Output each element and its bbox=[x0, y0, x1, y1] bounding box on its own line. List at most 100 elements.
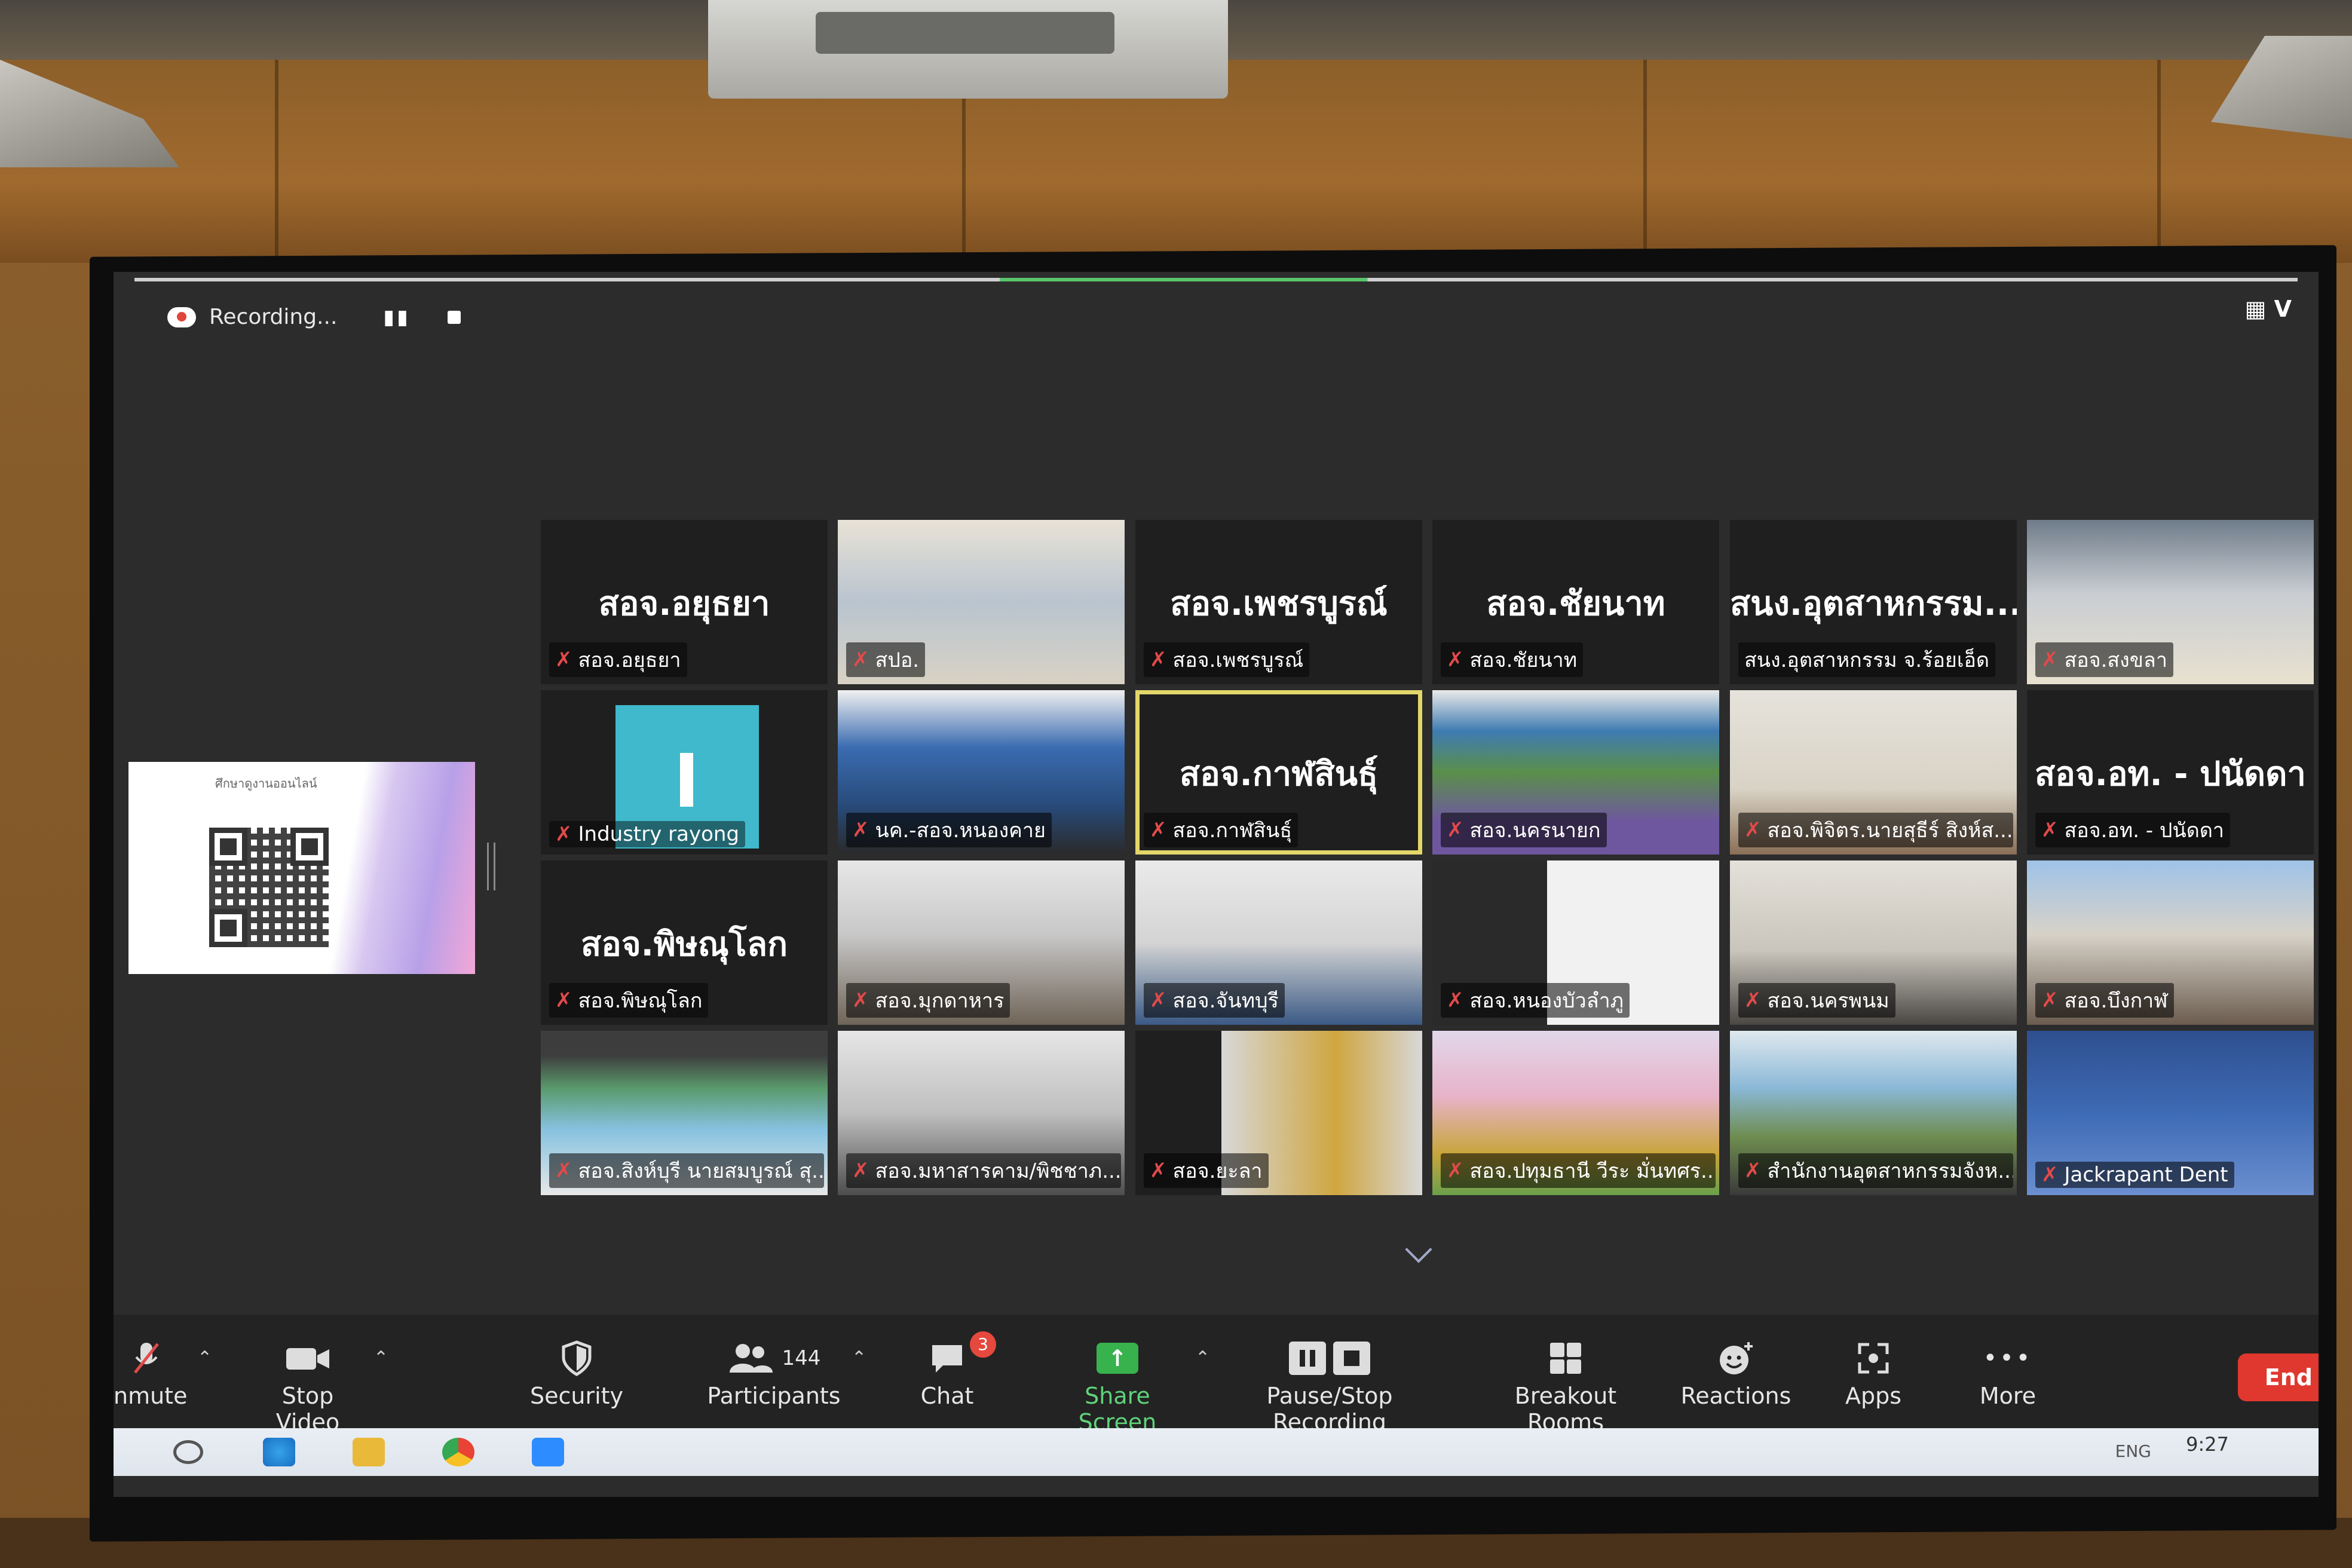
participant-name: Jackrapant Dent bbox=[2064, 1163, 2228, 1187]
share-options-caret[interactable]: ⌃ bbox=[1195, 1348, 1210, 1368]
search-icon[interactable] bbox=[173, 1440, 203, 1464]
participant-tile[interactable]: ✗ สอจ.จันทบุรี bbox=[1135, 860, 1422, 1025]
participant-name-large: สนง.อุตสาหกรรม... bbox=[1730, 584, 2017, 623]
recording-label: Recording... bbox=[209, 305, 338, 329]
participant-name: สอจ.มหาสารคาม/พิชชาภ... bbox=[875, 1159, 1122, 1183]
participant-tile[interactable]: ✗ สำนักงานอุตสาหกรรมจังห... bbox=[1730, 1031, 2017, 1195]
stop-video-button[interactable]: Stop Video bbox=[248, 1339, 368, 1435]
participant-name: สอจ.หนองบัวลำภู bbox=[1469, 989, 1624, 1013]
participant-label: ✗ สอจ.เพชรบูรณ์ bbox=[1144, 642, 1310, 677]
participant-label: ✗ นค.-สอจ.หนองคาย bbox=[846, 813, 1052, 847]
mic-muted-icon: ✗ bbox=[1150, 1159, 1167, 1183]
mic-muted-icon: ✗ bbox=[852, 988, 869, 1012]
participant-tile[interactable]: สอจ.อท. - ปนัดดา ✗ สอจ.อท. - ปนัดดา bbox=[2027, 690, 2314, 855]
panel-splitter-handle[interactable] bbox=[487, 843, 495, 890]
participants-options-caret[interactable]: ⌃ bbox=[852, 1348, 866, 1368]
chat-button[interactable]: 3 Chat bbox=[911, 1331, 996, 1409]
more-dots-icon: ••• bbox=[1983, 1345, 2033, 1372]
mic-muted-icon: ✗ bbox=[2041, 1163, 2059, 1187]
participant-tile[interactable]: สอจ.เพชรบูรณ์ ✗ สอจ.เพชรบูรณ์ bbox=[1135, 520, 1422, 684]
taskbar-clock[interactable]: 9:27 bbox=[2186, 1433, 2229, 1456]
input-language-indicator[interactable]: ENG bbox=[2115, 1441, 2151, 1461]
share-screen-icon: ↑ bbox=[1046, 1339, 1189, 1378]
participant-tile[interactable]: ✗ สอจ.นครนายก bbox=[1432, 690, 1719, 855]
more-button[interactable]: ••• More bbox=[1972, 1339, 2044, 1409]
participant-name: สอจ.จันทบุรี bbox=[1172, 989, 1279, 1013]
participant-label: ✗ สอจ.บึงกาฬ bbox=[2035, 983, 2174, 1018]
view-toggle-button[interactable]: ▦ V bbox=[2244, 296, 2292, 322]
participant-name: สนง.อุตสาหกรรม จ.ร้อยเอ็ด bbox=[1744, 648, 1989, 672]
participant-tile[interactable]: สอจ.อยุธยา ✗ สอจ.อยุธยา bbox=[541, 520, 828, 684]
participant-label: ✗ สำนักงานอุตสาหกรรมจังห... bbox=[1738, 1153, 2013, 1188]
reactions-button[interactable]: Reactions bbox=[1676, 1339, 1796, 1409]
participant-tile[interactable]: ✗ สอจ.หนองบัวลำภู bbox=[1432, 860, 1719, 1025]
recording-label: Pause/Stop Recording bbox=[1266, 1383, 1393, 1435]
participants-count: 144 bbox=[782, 1346, 821, 1370]
windows-taskbar: ENG 9:27 bbox=[114, 1428, 2319, 1476]
participant-tile[interactable]: ✗ สอจ.มหาสารคาม/พิชชาภ... bbox=[838, 1031, 1125, 1195]
video-camera-icon bbox=[248, 1339, 368, 1378]
stop-recording-button[interactable] bbox=[447, 310, 461, 324]
shield-icon bbox=[526, 1339, 627, 1378]
shared-screen-preview[interactable]: ศึกษาดูงานออนไลน์ bbox=[128, 762, 475, 974]
end-meeting-button[interactable]: End bbox=[2238, 1353, 2319, 1401]
participant-tile[interactable]: ✗ สอจ.มุกดาหาร bbox=[838, 860, 1125, 1025]
participant-tile[interactable]: ✗ Jackrapant Dent bbox=[2027, 1031, 2314, 1195]
security-button[interactable]: Security bbox=[526, 1339, 627, 1409]
unmute-button[interactable]: nmute bbox=[114, 1339, 187, 1409]
apps-button[interactable]: Apps bbox=[1835, 1339, 1912, 1409]
participant-tile[interactable]: ✗ สอจ.ยะลา bbox=[1135, 1031, 1422, 1195]
participant-name: สอจ.อยุธยา bbox=[578, 648, 681, 672]
participant-label: ✗ สอจ.อยุธยา bbox=[549, 642, 687, 677]
edge-browser-icon[interactable] bbox=[263, 1438, 295, 1466]
participant-name: สอจ.กาฬสินธุ์ bbox=[1172, 819, 1293, 843]
participant-name: สอจ.พิษณุโลก bbox=[578, 989, 703, 1013]
apps-label: Apps bbox=[1845, 1383, 1902, 1409]
participant-tile[interactable]: ✗ สอจ.พิจิตร.นายสุธีร์ สิงห์ส... bbox=[1730, 690, 2017, 855]
video-options-caret[interactable]: ⌃ bbox=[373, 1348, 388, 1368]
participant-tile[interactable]: ✗ สอจ.สิงห์บุรี นายสมบูรณ์ สุ... bbox=[541, 1031, 828, 1195]
participant-name-large: สอจ.อยุธยา bbox=[598, 584, 770, 623]
participant-label: ✗ สอจ.พิษณุโลก bbox=[549, 983, 709, 1018]
participant-label: ✗ สอจ.จันทบุรี bbox=[1144, 983, 1285, 1018]
mic-muted-icon: ✗ bbox=[1447, 988, 1464, 1012]
participant-tile[interactable]: ✗ สอจ.สงขลา bbox=[2027, 520, 2314, 684]
mic-muted-icon: ✗ bbox=[1744, 1159, 1762, 1183]
participant-tile[interactable]: ✗ Industry rayong bbox=[541, 690, 828, 855]
participant-tile[interactable]: ✗ นค.-สอจ.หนองคาย bbox=[838, 690, 1125, 855]
participants-icon: 144 bbox=[702, 1339, 846, 1378]
file-explorer-icon[interactable] bbox=[353, 1438, 385, 1466]
participant-tile[interactable]: ✗ สอจ.ปทุมธานี วีระ มั่นทศร... bbox=[1432, 1031, 1719, 1195]
breakout-rooms-icon bbox=[1473, 1339, 1658, 1378]
participant-tile-active-speaker[interactable]: สอจ.กาฬสินธุ์ ✗ สอจ.กาฬสินธุ์ bbox=[1135, 690, 1422, 855]
mic-muted-icon bbox=[114, 1339, 179, 1378]
breakout-rooms-button[interactable]: Breakout Rooms bbox=[1473, 1339, 1658, 1435]
participant-label: ✗ สอจ.นครนายก bbox=[1441, 813, 1607, 847]
mic-muted-icon: ✗ bbox=[852, 818, 869, 842]
chrome-browser-icon[interactable] bbox=[442, 1438, 474, 1466]
participant-label: ✗ สอจ.พิจิตร.นายสุธีร์ สิงห์ส... bbox=[1738, 813, 2013, 847]
participant-tile[interactable]: ✗ สปอ. bbox=[838, 520, 1125, 684]
recording-indicator: Recording... ▮▮ bbox=[167, 305, 461, 329]
participant-tile[interactable]: สอจ.พิษณุโลก ✗ สอจ.พิษณุโลก bbox=[541, 860, 828, 1025]
participants-button[interactable]: 144 Participants bbox=[702, 1339, 846, 1409]
participant-label: ✗ สอจ.ปทุมธานี วีระ มั่นทศร... bbox=[1441, 1153, 1716, 1188]
chevron-down-icon[interactable] bbox=[1405, 1236, 1432, 1263]
pause-stop-recording-button[interactable]: Pause/Stop Recording bbox=[1210, 1339, 1449, 1435]
mic-muted-icon: ✗ bbox=[2041, 818, 2059, 842]
participant-name-large: สอจ.กาฬสินธุ์ bbox=[1179, 755, 1379, 794]
share-screen-button[interactable]: ↑ Share Screen bbox=[1046, 1339, 1189, 1435]
zoom-app-icon[interactable] bbox=[532, 1438, 564, 1466]
participant-tile[interactable]: ✗ สอจ.นครพนม bbox=[1730, 860, 2017, 1025]
stop-video-label: Stop Video bbox=[275, 1383, 340, 1435]
participant-tile[interactable]: ✗ สอจ.บึงกาฬ bbox=[2027, 860, 2314, 1025]
audio-options-caret[interactable]: ⌃ bbox=[197, 1348, 212, 1368]
participant-name: สอจ.สิงห์บุรี นายสมบูรณ์ สุ... bbox=[578, 1159, 825, 1183]
meeting-toolbar: nmute ⌃ Stop Video ⌃ Security 144 Partic… bbox=[114, 1315, 2319, 1435]
mic-muted-icon: ✗ bbox=[2041, 648, 2059, 672]
participant-name: สอจ.ชัยนาท bbox=[1469, 648, 1578, 672]
participant-tile[interactable]: สนง.อุตสาหกรรม... สนง.อุตสาหกรรม จ.ร้อยเ… bbox=[1730, 520, 2017, 684]
participant-name: นค.-สอจ.หนองคาย bbox=[875, 819, 1046, 843]
pause-recording-button[interactable]: ▮▮ bbox=[383, 305, 410, 329]
participant-tile[interactable]: สอจ.ชัยนาท ✗ สอจ.ชัยนาท bbox=[1432, 520, 1719, 684]
